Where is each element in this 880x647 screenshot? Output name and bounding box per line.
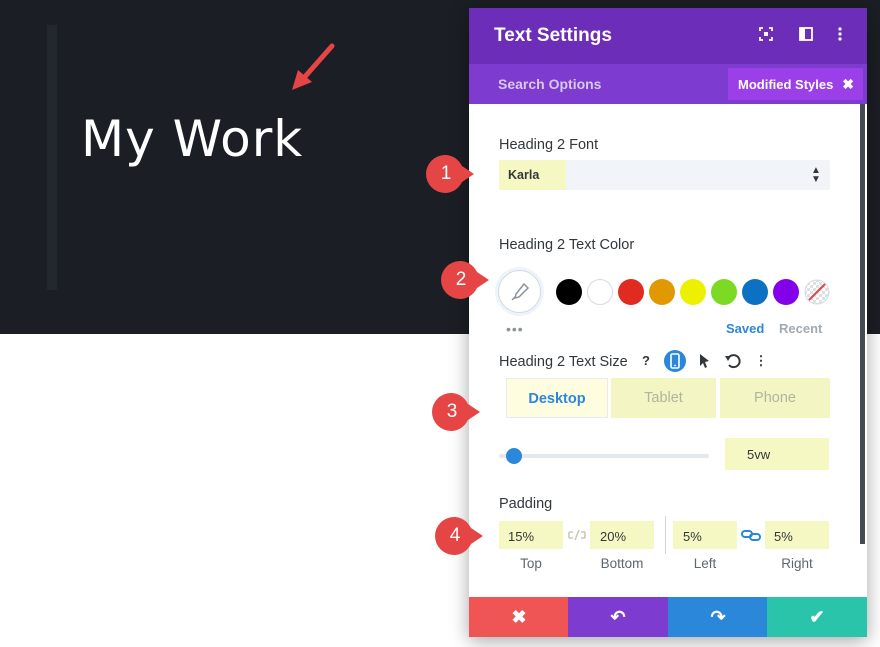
help-icon[interactable]: ?	[636, 351, 656, 371]
link-icon[interactable]	[740, 526, 762, 544]
callout-3: 3	[431, 392, 481, 432]
unlinked-icon[interactable]	[566, 526, 588, 544]
tab-tablet[interactable]: Tablet	[611, 378, 716, 418]
padding-right-label: Right	[781, 556, 813, 571]
panel-title: Text Settings	[494, 25, 612, 46]
swatch-purple[interactable]	[773, 279, 799, 305]
callout-1-number: 1	[440, 163, 452, 184]
reset-icon[interactable]	[723, 351, 743, 371]
size-label: Heading 2 Text Size	[499, 354, 628, 370]
size-slider-track[interactable]	[499, 454, 709, 458]
padding-left-value: 5%	[683, 529, 702, 544]
callout-4-number: 4	[449, 525, 461, 546]
no-color-swatch-icon[interactable]	[804, 279, 830, 305]
cancel-button[interactable]: ✖	[469, 597, 569, 637]
scrollbar[interactable]	[860, 104, 865, 544]
swatch-yellow[interactable]	[680, 279, 706, 305]
text-settings-panel: Text Settings Search Options Modified St…	[469, 8, 867, 637]
callout-1: 1	[425, 154, 475, 194]
more-colors-icon[interactable]: •••	[506, 321, 524, 337]
modified-styles-filter[interactable]: Modified Styles ✖	[728, 68, 863, 100]
search-options-input[interactable]: Search Options	[498, 76, 601, 92]
padding-right-value: 5%	[774, 529, 793, 544]
callout-3-number: 3	[446, 401, 458, 422]
save-button[interactable]: ✔	[767, 597, 867, 637]
more-options-icon[interactable]	[830, 26, 850, 46]
swatch-orange[interactable]	[649, 279, 675, 305]
tab-phone[interactable]: Phone	[720, 378, 830, 418]
padding-bottom-label: Bottom	[600, 556, 644, 571]
swatch-red[interactable]	[618, 279, 644, 305]
swatch-green[interactable]	[711, 279, 737, 305]
size-input-value: 5vw	[747, 447, 771, 462]
preview-heading[interactable]: My Work	[81, 110, 303, 168]
split-view-icon[interactable]	[796, 26, 816, 46]
padding-top-label: Top	[520, 556, 542, 571]
redo-button[interactable]: ↷	[668, 597, 768, 637]
font-select-value: Karla	[508, 168, 540, 182]
padding-top-value: 15%	[508, 529, 535, 544]
padding-bottom-value: 20%	[600, 529, 627, 544]
padding-divider	[665, 516, 666, 554]
cursor-hover-icon[interactable]	[694, 351, 714, 371]
callout-2: 2	[440, 260, 490, 300]
swatch-white[interactable]	[587, 279, 613, 305]
eyedropper-icon	[511, 282, 530, 301]
preview-decorative-bar	[47, 25, 57, 290]
undo-button[interactable]: ↶	[568, 597, 668, 637]
modified-styles-label: Modified Styles	[738, 77, 834, 92]
saved-colors-tab[interactable]: Saved	[726, 321, 764, 336]
close-icon[interactable]: ✖	[842, 76, 854, 93]
swatch-blue[interactable]	[742, 279, 768, 305]
font-label: Heading 2 Font	[499, 137, 599, 153]
responsive-phone-icon[interactable]	[664, 350, 686, 372]
callout-2-number: 2	[455, 269, 467, 290]
tab-desktop[interactable]: Desktop	[506, 378, 608, 418]
size-slider-handle[interactable]	[506, 448, 522, 464]
color-label: Heading 2 Text Color	[499, 237, 635, 253]
arrow-annotation-icon	[292, 43, 335, 90]
more-options-small-icon[interactable]: ⋮	[751, 351, 771, 371]
panel-subheader: Search Options Modified Styles ✖	[469, 64, 867, 104]
swatch-black[interactable]	[556, 279, 582, 305]
recent-colors-tab[interactable]: Recent	[779, 321, 822, 336]
padding-left-label: Left	[693, 556, 717, 571]
panel-header: Text Settings	[469, 8, 867, 64]
size-input[interactable]: 5vw	[725, 438, 829, 470]
fullscreen-icon[interactable]	[756, 26, 776, 46]
padding-label: Padding	[499, 496, 553, 512]
page: My Work Text Settings Search Options Mod…	[0, 0, 880, 647]
panel-footer: ✖ ↶ ↷ ✔	[469, 597, 867, 637]
callout-4: 4	[434, 516, 484, 556]
select-caret-icon: ▲ ▼	[811, 165, 821, 185]
